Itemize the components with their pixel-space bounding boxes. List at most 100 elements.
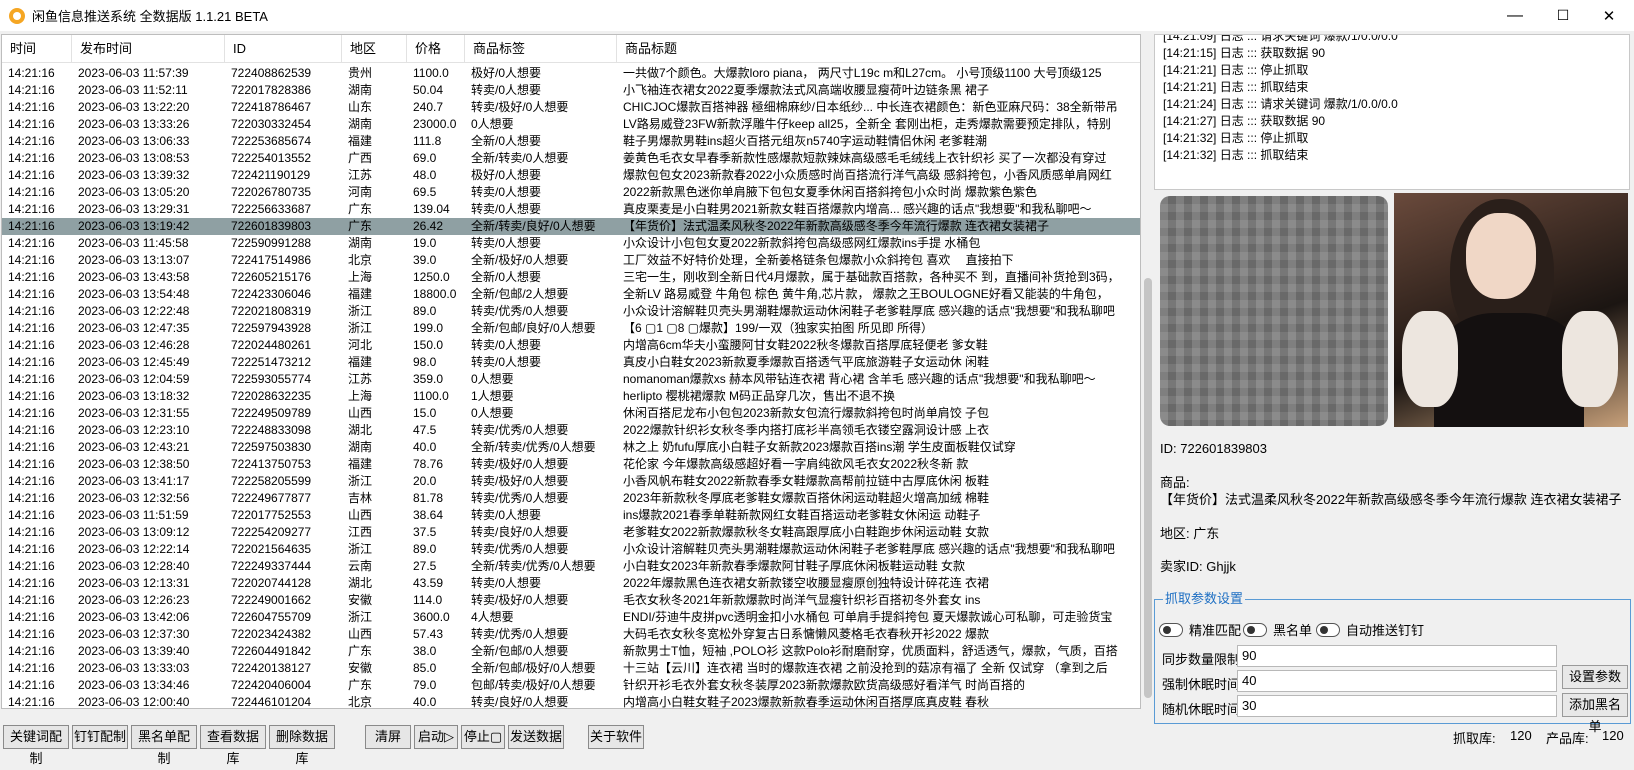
table-row[interactable]: 14:21:16 2023-06-03 12:43:21 722597503830 湖…: [2, 439, 1140, 456]
maximize-button[interactable]: ☐: [1540, 0, 1586, 31]
column-header-time[interactable]: 时间: [2, 35, 72, 63]
toggle-auto-push-dingtalk[interactable]: 自动推送钉钉: [1316, 620, 1424, 639]
cell-region: 广东: [348, 219, 373, 233]
column-header-title[interactable]: 商品标题: [617, 35, 1140, 63]
scrollbar-thumb[interactable]: [1144, 278, 1152, 698]
table-row[interactable]: 14:21:16 2023-06-03 13:13:07 722417514986 北…: [2, 252, 1140, 269]
table-row[interactable]: 14:21:16 2023-06-03 12:38:50 722413750753 福…: [2, 456, 1140, 473]
about-button[interactable]: 关于软件: [588, 725, 644, 749]
table-row[interactable]: 14:21:16 2023-06-03 11:51:59 722017752553 山…: [2, 507, 1140, 524]
table-row[interactable]: 14:21:16 2023-06-03 12:32:56 722249677877 吉…: [2, 490, 1140, 507]
cell-publish-time: 2023-06-03 13:43:58: [78, 270, 190, 284]
keyword-config-button[interactable]: 关键词配制: [3, 725, 69, 766]
column-header-tags[interactable]: 商品标签: [465, 35, 617, 63]
set-params-button[interactable]: 设置参数: [1562, 665, 1628, 689]
table-row[interactable]: 14:21:16 2023-06-03 12:31:55 722249509789 山…: [2, 405, 1140, 422]
table-row[interactable]: 14:21:16 2023-06-03 13:18:32 722028632235 上…: [2, 388, 1140, 405]
table-row[interactable]: 14:21:16 2023-06-03 12:46:28 722024480261 河…: [2, 337, 1140, 354]
cell-time: 14:21:16: [8, 576, 55, 590]
cell-id: 722256633687: [231, 202, 312, 216]
toggle-blacklist[interactable]: 黑名单: [1243, 620, 1312, 639]
cell-price: 1250.0: [413, 270, 450, 284]
table-row[interactable]: 14:21:16 2023-06-03 12:37:30 722023424382 山…: [2, 626, 1140, 643]
view-database-button[interactable]: 查看数据库: [200, 725, 266, 766]
clear-screen-button[interactable]: 清屏: [365, 725, 411, 749]
log-line: [14:21:21] 日志 ::: 抓取结束: [1163, 80, 1309, 94]
dingtalk-config-button[interactable]: 钉钉配制: [72, 725, 128, 749]
table-row[interactable]: 14:21:16 2023-06-03 13:43:58 722605215176 上…: [2, 269, 1140, 286]
table-row[interactable]: 14:21:16 2023-06-03 12:47:35 722597943928 浙…: [2, 320, 1140, 337]
log-panel[interactable]: [14:21:09] 日志 ::: 请求关键词 爆款/1/0.0/0.0 [14:…: [1154, 34, 1630, 190]
cell-time: 14:21:16: [8, 627, 55, 641]
delete-database-button[interactable]: 删除数据库: [269, 725, 335, 766]
fetch-params-group: 抓取参数设置 精准匹配 黑名单 自动推送钉钉 同步数量限制 90 强制休眠时间 …: [1154, 591, 1631, 734]
cell-publish-time: 2023-06-03 12:38:50: [78, 457, 190, 471]
table-row[interactable]: 14:21:16 2023-06-03 12:13:31 722020744128 湖…: [2, 575, 1140, 592]
table-row[interactable]: 14:21:16 2023-06-03 11:45:58 722590991288 湖…: [2, 235, 1140, 252]
start-button[interactable]: 启动▷: [414, 725, 458, 749]
table-row[interactable]: 14:21:16 2023-06-03 13:42:06 722604755709 浙…: [2, 609, 1140, 626]
cell-price: 111.8: [413, 134, 442, 148]
params-legend: 抓取参数设置: [1163, 591, 1246, 607]
minimize-button[interactable]: —: [1492, 0, 1538, 31]
cell-time: 14:21:16: [8, 372, 55, 386]
table-row[interactable]: 14:21:16 2023-06-03 13:09:12 722254209277 江…: [2, 524, 1140, 541]
cell-title: 小众设计溶解鞋贝壳头男潮鞋爆款运动休闲鞋子老爹鞋厚底 感兴趣的话点"我想要"和我…: [623, 304, 1115, 318]
table-row[interactable]: 14:21:16 2023-06-03 12:04:59 722593055774 江…: [2, 371, 1140, 388]
cell-region: 浙江: [348, 321, 373, 335]
table-row[interactable]: 14:21:16 2023-06-03 12:00:40 722446101204 北…: [2, 694, 1140, 708]
random-sleep-input[interactable]: 30: [1237, 695, 1557, 717]
table-row[interactable]: 14:21:16 2023-06-03 13:39:32 722421190129 江…: [2, 167, 1140, 184]
table-row[interactable]: 14:21:16 2023-06-03 13:33:03 722420138127 安…: [2, 660, 1140, 677]
cell-time: 14:21:16: [8, 270, 55, 284]
cell-publish-time: 2023-06-03 11:51:59: [78, 508, 189, 522]
table-row[interactable]: 14:21:16 2023-06-03 13:22:20 722418786467 山…: [2, 99, 1140, 116]
column-header-price[interactable]: 价格: [407, 35, 465, 63]
cell-price: 114.0: [413, 593, 443, 607]
table-row[interactable]: 14:21:16 2023-06-03 13:08:53 722254013552 广…: [2, 150, 1140, 167]
cell-price: 139.04: [413, 202, 450, 216]
table-row[interactable]: 14:21:16 2023-06-03 12:23:10 722248833098 湖…: [2, 422, 1140, 439]
table-scrollbar[interactable]: [1142, 34, 1154, 709]
table-row[interactable]: 14:21:16 2023-06-03 13:05:20 722026780735 河…: [2, 184, 1140, 201]
cell-title: 小白鞋女2023年新款春季爆款阿甘鞋子厚底休闲板鞋运动鞋 女款: [623, 559, 966, 573]
add-blacklist-button[interactable]: 添加黑名单: [1562, 693, 1628, 734]
table-row[interactable]: 14:21:16 2023-06-03 13:34:46 722420406004 广…: [2, 677, 1140, 694]
cell-price: 98.0: [413, 355, 437, 369]
cell-title: 2022年爆款黑色连衣裙女新款镂空收腰显瘦原创独特设计碎花连 衣裙: [623, 576, 990, 590]
blacklist-config-button[interactable]: 黑名单配制: [131, 725, 197, 766]
table-row[interactable]: 14:21:16 2023-06-03 13:06:33 722253685674 福…: [2, 133, 1140, 150]
sync-limit-input[interactable]: 90: [1237, 645, 1557, 667]
table-row[interactable]: 14:21:16 2023-06-03 11:52:11 722017828386 湖…: [2, 82, 1140, 99]
cell-publish-time: 2023-06-03 13:05:20: [78, 185, 190, 199]
cell-title: 小飞袖连衣裙女2022夏季爆款法式风高端收腰显瘦荷叶边链条黑 裙子: [623, 83, 990, 97]
cell-id: 722417514986: [231, 253, 312, 267]
table-row[interactable]: 14:21:16 2023-06-03 13:33:26 722030332454 湖…: [2, 116, 1140, 133]
table-row[interactable]: 14:21:16 2023-06-03 13:29:31 722256633687 广…: [2, 201, 1140, 218]
table-row[interactable]: 14:21:16 2023-06-03 13:54:48 722423306046 福…: [2, 286, 1140, 303]
close-button[interactable]: ✕: [1586, 0, 1632, 31]
cell-region: 福建: [348, 457, 373, 471]
cell-price: 47.5: [413, 423, 437, 437]
cell-id: 722597503830: [231, 440, 312, 454]
table-row[interactable]: 14:21:16 2023-06-03 12:45:49 722251473212 福…: [2, 354, 1140, 371]
results-table[interactable]: 时间 发布时间 ID 地区 价格 商品标签 商品标题 14:21:16 2023-…: [1, 34, 1141, 709]
table-row[interactable]: 14:21:16 2023-06-03 12:26:23 722249001662 安…: [2, 592, 1140, 609]
table-row[interactable]: 14:21:16 2023-06-03 13:39:40 722604491842 广…: [2, 643, 1140, 660]
table-row[interactable]: 14:21:16 2023-06-03 11:57:39 722408862539 贵…: [2, 65, 1140, 82]
column-header-publish-time[interactable]: 发布时间: [72, 35, 225, 63]
send-data-button[interactable]: 发送数据: [508, 725, 564, 749]
cell-id: 722023424382: [231, 627, 312, 641]
force-sleep-input[interactable]: 40: [1237, 670, 1557, 692]
table-row[interactable]: 14:21:16 2023-06-03 12:28:40 722249337444 云…: [2, 558, 1140, 575]
table-row[interactable]: 14:21:16 2023-06-03 13:41:17 722258205599 浙…: [2, 473, 1140, 490]
toggle-exact-match[interactable]: 精准匹配: [1159, 620, 1241, 639]
cell-region: 广东: [348, 202, 373, 216]
table-row[interactable]: 14:21:16 2023-06-03 12:22:48 722021808319 浙…: [2, 303, 1140, 320]
cell-region: 湖南: [348, 83, 373, 97]
table-row[interactable]: 14:21:16 2023-06-03 12:22:14 722021564635 浙…: [2, 541, 1140, 558]
column-header-region[interactable]: 地区: [342, 35, 407, 63]
table-row[interactable]: 14:21:16 2023-06-03 13:19:42 722601839803 广…: [2, 218, 1140, 235]
stop-button[interactable]: 停止▢: [461, 725, 505, 749]
column-header-id[interactable]: ID: [225, 35, 342, 63]
